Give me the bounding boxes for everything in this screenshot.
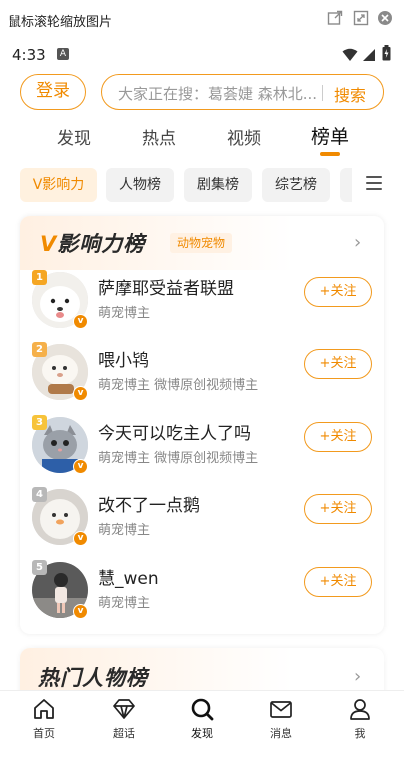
account-desc: 萌宠博主 <box>98 523 151 538</box>
active-tab-indicator <box>320 152 340 156</box>
tab-video[interactable]: 视频 <box>227 124 261 149</box>
search-icon <box>190 697 214 721</box>
window-title-bar: 鼠标滚轮缩放图片 <box>0 0 404 40</box>
user-icon <box>348 697 372 721</box>
tab-hot[interactable]: 热点 <box>142 124 176 149</box>
tab-rankings[interactable]: 榜单 <box>311 122 349 149</box>
ranking-category-bar: V影响力 人物榜 剧集榜 综艺榜 <box>0 168 404 204</box>
rank-badge: 4 <box>32 487 47 502</box>
rank-badge: 5 <box>32 560 47 575</box>
rank-badge: 2 <box>32 342 47 357</box>
nav-me[interactable]: 我 <box>320 691 400 743</box>
verified-icon: v <box>73 604 88 619</box>
follow-button[interactable]: +关注 <box>304 494 372 524</box>
bottom-nav: 首页 超话 发现 消息 我 <box>0 690 404 742</box>
list-item[interactable]: 3 v 今天可以吃主人了吗 萌宠博主 微博原创视频博主 +关注 <box>20 415 384 489</box>
nav-home[interactable]: 首页 <box>4 691 84 743</box>
follow-button[interactable]: +关注 <box>304 422 372 452</box>
verified-icon: v <box>73 531 88 546</box>
status-time: 4:33 <box>12 46 46 64</box>
nav-home-label: 首页 <box>33 727 55 740</box>
chevron-right-icon[interactable]: › <box>354 232 361 253</box>
v-influence-card: V影响力榜 动物宠物 › 1 v 萨摩耶受益者联盟 萌宠博主 +关注 2 v 喂… <box>20 216 384 634</box>
account-name[interactable]: 喂小鸨 <box>98 346 149 371</box>
account-name[interactable]: 改不了一点鹅 <box>98 491 200 516</box>
account-name[interactable]: 慧_wen <box>98 564 159 589</box>
card-title: 热门人物榜 <box>38 666 148 690</box>
nav-messages[interactable]: 消息 <box>241 691 321 743</box>
card-header: V影响力榜 动物宠物 › <box>20 216 384 270</box>
account-desc: 萌宠博主 <box>98 596 151 611</box>
rank-badge: 3 <box>32 415 47 430</box>
nav-discover-label: 发现 <box>191 727 213 740</box>
account-desc: 萌宠博主 微博原创视频博主 <box>98 378 259 393</box>
chevron-right-icon[interactable]: › <box>354 666 361 687</box>
account-desc: 萌宠博主 微博原创视频博主 <box>98 451 259 466</box>
card-tag[interactable]: 动物宠物 <box>170 233 233 253</box>
battery-icon <box>382 45 391 65</box>
list-item[interactable]: 5 v 慧_wen 萌宠博主 +关注 <box>20 560 384 634</box>
resize-icon[interactable] <box>352 10 370 28</box>
list-item[interactable]: 2 v 喂小鸨 萌宠博主 微博原创视频博主 +关注 <box>20 342 384 416</box>
diamond-icon <box>112 697 136 721</box>
chip-v-influence[interactable]: V影响力 <box>20 168 97 202</box>
list-item[interactable]: 4 v 改不了一点鹅 萌宠博主 +关注 <box>20 487 384 561</box>
menu-icon[interactable] <box>366 176 382 190</box>
search-placeholder: 大家正在搜：葛荟婕 森林北... <box>118 85 318 103</box>
nav-me-label: 我 <box>354 727 366 740</box>
window-title: 鼠标滚轮缩放图片 <box>8 15 113 30</box>
open-external-icon[interactable] <box>326 10 344 28</box>
search-button[interactable]: 搜索 <box>334 82 366 106</box>
chip-variety[interactable]: 综艺榜 <box>262 168 330 202</box>
rank-badge: 1 <box>32 270 47 285</box>
signal-icon <box>362 47 376 66</box>
follow-button[interactable]: +关注 <box>304 567 372 597</box>
login-button[interactable]: 登录 <box>20 74 86 110</box>
nav-super-topic-label: 超话 <box>113 727 135 740</box>
wifi-icon <box>342 47 358 66</box>
verified-icon: v <box>73 386 88 401</box>
account-name[interactable]: 今天可以吃主人了吗 <box>98 419 251 444</box>
home-icon <box>32 697 56 721</box>
verified-icon: v <box>73 459 88 474</box>
follow-button[interactable]: +关注 <box>304 277 372 307</box>
chip-more-partial[interactable] <box>340 168 352 202</box>
card-title: V影响力榜 <box>40 232 146 256</box>
nav-super-topic[interactable]: 超话 <box>84 691 164 743</box>
mail-icon <box>269 697 293 721</box>
follow-button[interactable]: +关注 <box>304 349 372 379</box>
account-name[interactable]: 萨摩耶受益者联盟 <box>98 274 234 299</box>
main-tabs: 发现 热点 视频 榜单 <box>0 120 404 160</box>
chip-drama[interactable]: 剧集榜 <box>184 168 252 202</box>
account-desc: 萌宠博主 <box>98 306 151 321</box>
verified-icon: v <box>73 314 88 329</box>
tab-discover[interactable]: 发现 <box>57 124 91 149</box>
close-icon[interactable] <box>376 10 394 28</box>
search-input[interactable]: 大家正在搜：葛荟婕 森林北... 搜索 <box>101 74 384 110</box>
notification-icon: A <box>57 48 69 60</box>
search-divider <box>322 85 323 101</box>
list-item[interactable]: 1 v 萨摩耶受益者联盟 萌宠博主 +关注 <box>20 270 384 344</box>
nav-messages-label: 消息 <box>270 727 292 740</box>
nav-discover[interactable]: 发现 <box>162 691 242 743</box>
chip-people[interactable]: 人物榜 <box>106 168 174 202</box>
status-bar: 4:33 A <box>0 40 404 70</box>
